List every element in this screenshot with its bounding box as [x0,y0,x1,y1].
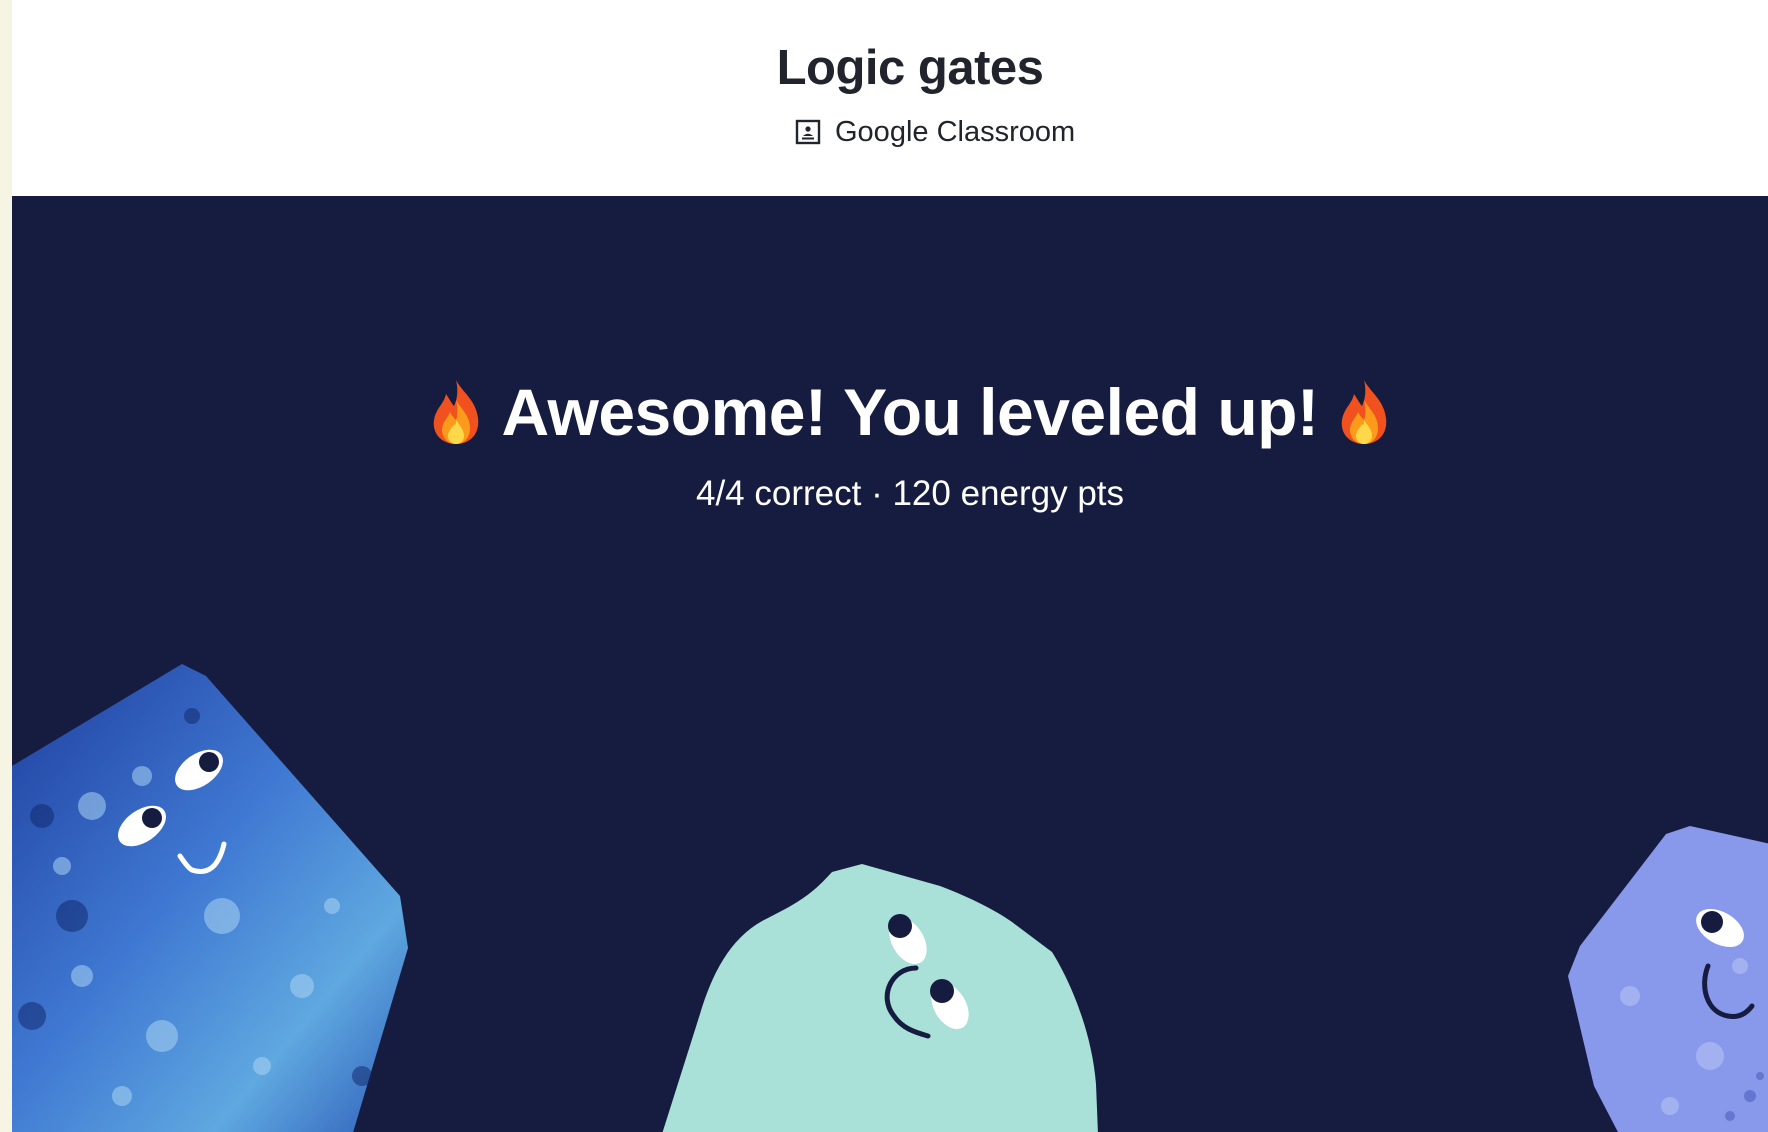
score-summary: 4/4 correct · 120 energy pts [12,474,1768,514]
header: Logic gates Google Classroom [12,0,1768,196]
headline-row: Awesome! You leveled up! [12,374,1768,450]
mint-blob-character [662,864,1098,1132]
energy-points: 120 energy pts [892,474,1125,513]
google-classroom-label: Google Classroom [835,115,1076,148]
page-title: Logic gates [776,41,1044,95]
exercise-complete-screen: Logic gates Google Classroom Awesome! Yo… [12,0,1768,1132]
periwinkle-rock-character [1568,826,1768,1132]
level-up-banner: Awesome! You leveled up! 4/4 correct · 1… [12,196,1768,1132]
fire-icon [428,378,484,446]
fire-icon [1336,378,1392,446]
google-classroom-icon [795,119,821,145]
level-up-headline: Awesome! You leveled up! [501,375,1319,449]
google-classroom-button[interactable]: Google Classroom [795,114,1075,150]
separator-dot: · [861,474,893,513]
correct-count: 4/4 correct [695,474,862,513]
left-edge-strip [0,0,12,1132]
blue-rock-character [12,664,408,1132]
